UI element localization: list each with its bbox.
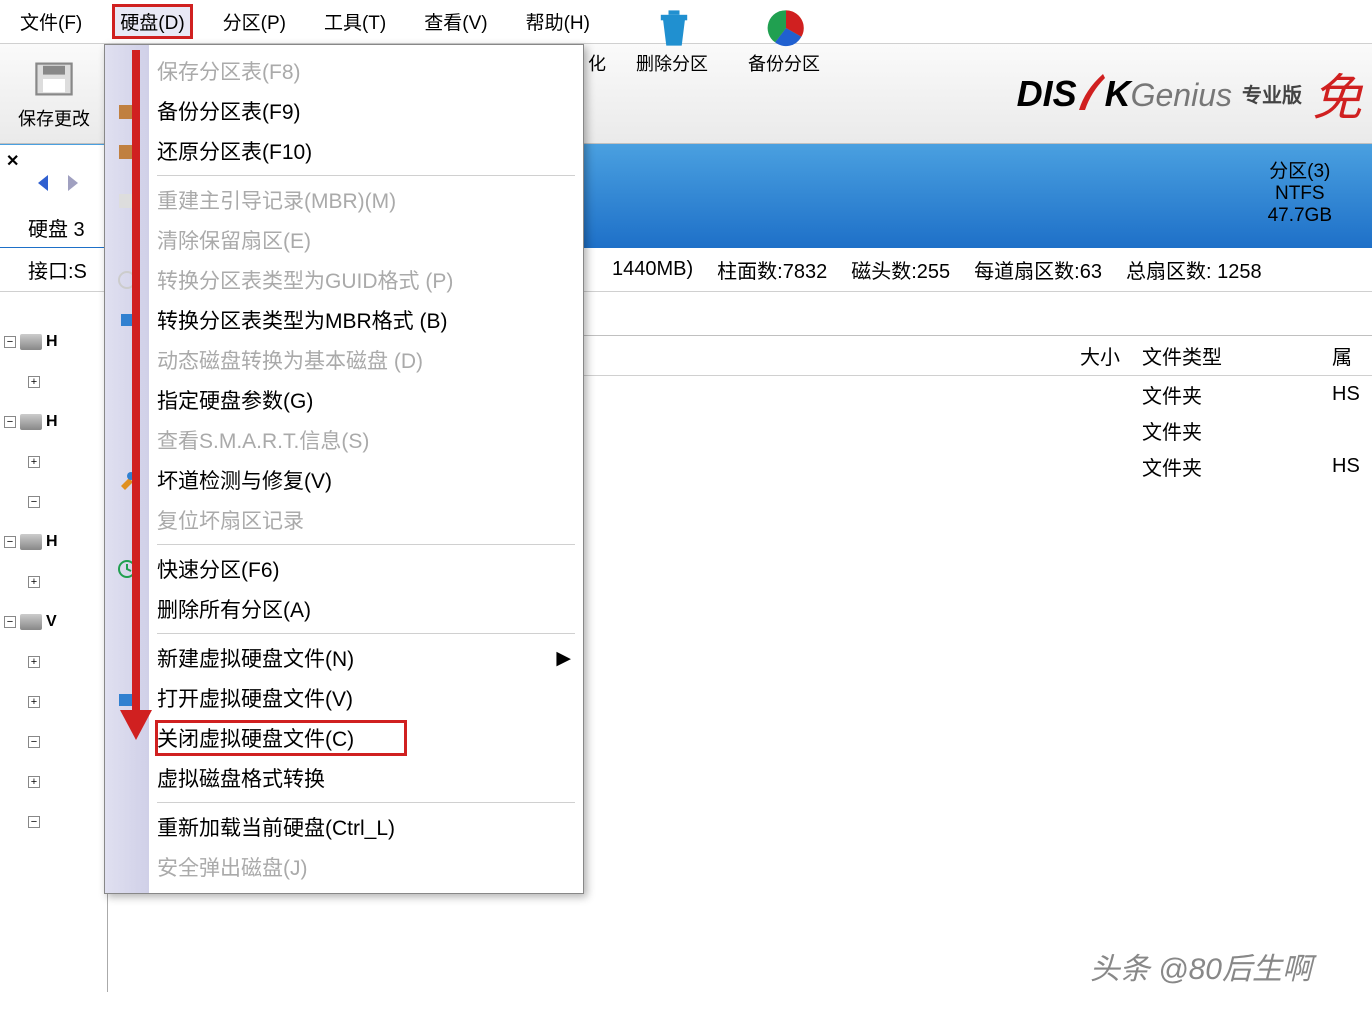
partition-name: 分区(3) xyxy=(1268,156,1332,183)
nav-back-button[interactable] xyxy=(34,173,54,193)
col-type[interactable]: 文件类型 xyxy=(1132,341,1332,370)
toolbar-format[interactable]: 化 xyxy=(588,50,606,76)
tree-node-child[interactable]: − xyxy=(4,482,103,522)
trash-icon xyxy=(652,6,696,50)
tree-node-disk[interactable]: −H xyxy=(4,402,103,442)
tree-node-child[interactable]: + xyxy=(4,762,103,802)
partition-fs: NTFS xyxy=(1268,183,1332,205)
tree-node-child[interactable]: − xyxy=(4,802,103,842)
toolbar-delete[interactable]: 删除分区 xyxy=(636,50,708,76)
convert-icon xyxy=(117,310,137,330)
wrench-icon xyxy=(117,470,137,490)
watermark: 头条 @80后生啊 xyxy=(1090,944,1312,988)
info-heads: 磁头数:255 xyxy=(851,255,950,284)
info-sectors-per-track: 每道扇区数:63 xyxy=(974,255,1102,284)
toolbar-backup-label: 备份分区 xyxy=(748,50,820,76)
disk-label: 硬盘 3 xyxy=(28,213,85,242)
info-mb: 1440MB) xyxy=(612,258,693,281)
clock-icon xyxy=(117,559,137,579)
toolbar-save-label: 保存更改 xyxy=(18,105,90,131)
menu-new-vdisk[interactable]: 新建虚拟硬盘文件(N)▶ xyxy=(105,638,583,678)
toolbar-save[interactable]: 保存更改 xyxy=(18,57,90,131)
logo-text: DISKGenius xyxy=(1017,72,1232,115)
info-cylinders: 柱面数:7832 xyxy=(717,255,827,284)
tree-node-child[interactable]: + xyxy=(4,682,103,722)
tree-node-child[interactable]: + xyxy=(4,362,103,402)
tree-panel: −H + −H + − −H + −V + + − + − xyxy=(0,292,108,992)
menu-smart: 查看S.M.A.R.T.信息(S) xyxy=(105,420,583,460)
menu-save-partition-table: 保存分区表(F8) xyxy=(105,51,583,91)
open-icon xyxy=(117,688,137,708)
file-type: 文件夹 xyxy=(1132,452,1332,481)
tree-node-child[interactable]: + xyxy=(4,442,103,482)
menu-file[interactable]: 文件(F) xyxy=(12,4,90,39)
file-attr: HS xyxy=(1332,455,1372,478)
menu-rebuild-mbr: 重建主引导记录(MBR)(M) xyxy=(105,180,583,220)
disk-dropdown-menu: 保存分区表(F8) 备份分区表(F9) 还原分区表(F10) 重建主引导记录(M… xyxy=(104,44,584,894)
restore-icon xyxy=(117,141,137,161)
menu-close-vdisk[interactable]: 关闭虚拟硬盘文件(C) xyxy=(105,718,583,758)
toolbar-format-label: 化 xyxy=(588,50,606,76)
info-total-sectors: 总扇区数: 1258 xyxy=(1126,255,1262,284)
tree-node-child[interactable]: − xyxy=(4,722,103,762)
tree-node-disk[interactable]: −H xyxy=(4,322,103,362)
logo-area: DISKGenius 专业版 免 xyxy=(1017,58,1372,130)
close-panel-button[interactable]: ✕ xyxy=(6,151,19,171)
menu-bad-track[interactable]: 坏道检测与修复(V) xyxy=(105,460,583,500)
disk-interface: 接口:S xyxy=(28,255,108,284)
tree-node-child[interactable]: + xyxy=(4,562,103,602)
partition-size: 47.7GB xyxy=(1268,205,1332,227)
submenu-arrow-icon: ▶ xyxy=(556,647,583,670)
menu-backup-partition-table[interactable]: 备份分区表(F9) xyxy=(105,91,583,131)
menu-vdisk-convert[interactable]: 虚拟磁盘格式转换 xyxy=(105,758,583,798)
tree-node-disk[interactable]: −H xyxy=(4,522,103,562)
save-icon xyxy=(32,57,76,101)
mbr-icon xyxy=(117,190,137,210)
menu-tools[interactable]: 工具(T) xyxy=(316,4,394,39)
pie-icon xyxy=(764,6,808,50)
tree-node-child[interactable]: + xyxy=(4,642,103,682)
logo-accent: 免 xyxy=(1312,58,1362,130)
file-attr: HS xyxy=(1332,383,1372,406)
file-type: 文件夹 xyxy=(1132,416,1332,445)
menu-clear-reserved: 清除保留扇区(E) xyxy=(105,220,583,260)
menu-dynamic-to-basic: 动态磁盘转换为基本磁盘 (D) xyxy=(105,340,583,380)
menu-quick-partition[interactable]: 快速分区(F6) xyxy=(105,549,583,589)
menu-open-vdisk[interactable]: 打开虚拟硬盘文件(V) xyxy=(105,678,583,718)
menu-safe-eject: 安全弹出磁盘(J) xyxy=(105,847,583,887)
menu-disk-params[interactable]: 指定硬盘参数(G) xyxy=(105,380,583,420)
menu-reload-disk[interactable]: 重新加载当前硬盘(Ctrl_L) xyxy=(105,807,583,847)
left-panel-header: ✕ 硬盘 3 xyxy=(0,145,108,247)
menu-delete-all[interactable]: 删除所有分区(A) xyxy=(105,589,583,629)
partition-info[interactable]: 分区(3) NTFS 47.7GB xyxy=(1268,156,1332,227)
convert-icon xyxy=(117,270,137,290)
menu-help[interactable]: 帮助(H) xyxy=(518,4,598,39)
file-type: 文件夹 xyxy=(1132,380,1332,409)
col-size[interactable]: 大小 xyxy=(1062,341,1132,370)
nav-forward-button[interactable] xyxy=(62,173,82,193)
col-attr[interactable]: 属 xyxy=(1332,341,1372,370)
backup-icon xyxy=(117,101,137,121)
menu-to-mbr[interactable]: 转换分区表类型为MBR格式 (B) xyxy=(105,300,583,340)
menu-partition[interactable]: 分区(P) xyxy=(215,4,294,39)
menu-to-guid: 转换分区表类型为GUID格式 (P) xyxy=(105,260,583,300)
logo-edition: 专业版 xyxy=(1242,79,1302,108)
toolbar-backup[interactable]: 备份分区 xyxy=(748,50,820,76)
menu-reset-bad: 复位坏扇区记录 xyxy=(105,500,583,540)
toolbar-delete-label: 删除分区 xyxy=(636,50,708,76)
tree-node-disk[interactable]: −V xyxy=(4,602,103,642)
menu-view[interactable]: 查看(V) xyxy=(416,4,495,39)
menu-disk[interactable]: 硬盘(D) xyxy=(112,4,192,39)
menu-restore-partition-table[interactable]: 还原分区表(F10) xyxy=(105,131,583,171)
